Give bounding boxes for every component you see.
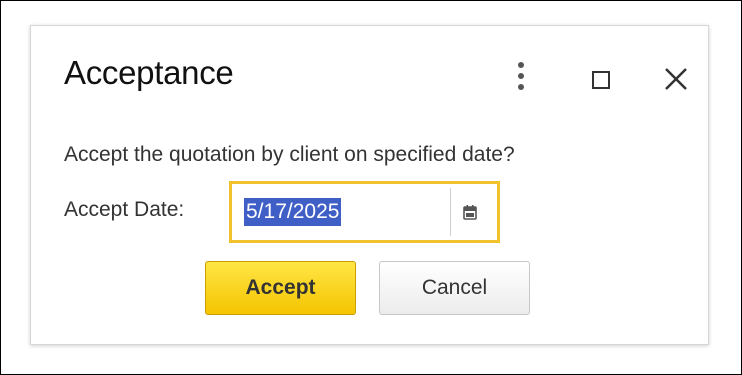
accept-date-value: 5/17/2025 [244, 198, 342, 226]
dialog-title: Acceptance [64, 54, 234, 91]
accept-date-picker[interactable]: 5/17/2025 [229, 181, 500, 243]
accept-button[interactable]: Accept [205, 261, 356, 315]
calendar-icon[interactable] [458, 201, 482, 225]
accept-date-label: Accept Date: [64, 198, 185, 221]
close-icon[interactable] [661, 64, 691, 94]
maximize-icon[interactable] [587, 66, 613, 92]
acceptance-dialog: Acceptance Accept the quotation by clien… [30, 25, 709, 345]
cancel-button[interactable]: Cancel [379, 261, 530, 315]
kebab-menu-icon[interactable] [515, 62, 527, 94]
picker-divider [450, 188, 451, 236]
screenshot-frame: Acceptance Accept the quotation by clien… [0, 0, 742, 375]
dialog-message: Accept the quotation by client on specif… [64, 143, 515, 166]
accept-date-input[interactable]: 5/17/2025 [244, 198, 448, 228]
